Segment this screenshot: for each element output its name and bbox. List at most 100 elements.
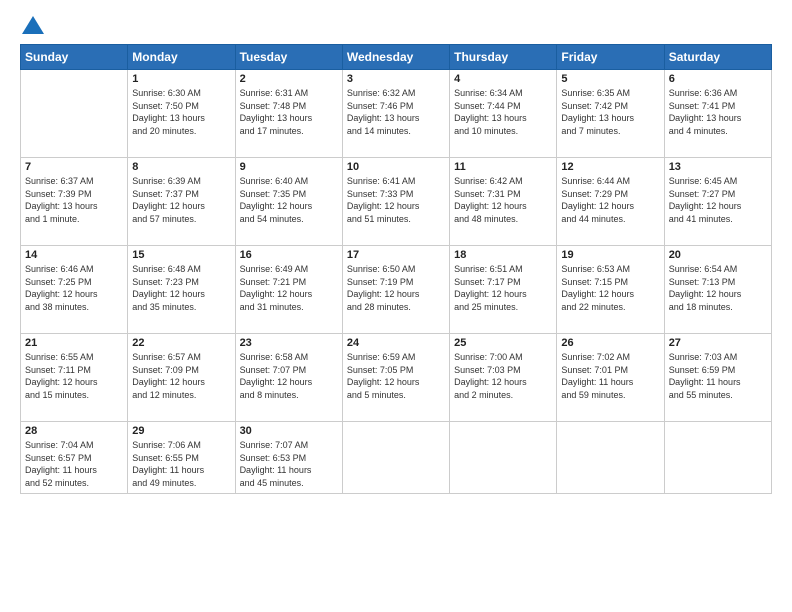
cell-info: Sunrise: 7:07 AMSunset: 6:53 PMDaylight:… [240, 439, 338, 489]
cell-info: Sunrise: 6:53 AMSunset: 7:15 PMDaylight:… [561, 263, 659, 313]
calendar-table: SundayMondayTuesdayWednesdayThursdayFrid… [20, 44, 772, 494]
calendar-cell: 27 Sunrise: 7:03 AMSunset: 6:59 PMDayligh… [664, 334, 771, 422]
cell-info: Sunrise: 6:54 AMSunset: 7:13 PMDaylight:… [669, 263, 767, 313]
cell-info: Sunrise: 6:36 AMSunset: 7:41 PMDaylight:… [669, 87, 767, 137]
calendar-cell: 10 Sunrise: 6:41 AMSunset: 7:33 PMDayligh… [342, 158, 449, 246]
logo-text [20, 16, 44, 34]
cell-date: 6 [669, 73, 767, 85]
calendar-cell: 1 Sunrise: 6:30 AMSunset: 7:50 PMDaylight… [128, 70, 235, 158]
cell-date: 11 [454, 161, 552, 173]
logo-icon [22, 16, 44, 34]
cell-date: 25 [454, 337, 552, 349]
cell-date: 5 [561, 73, 659, 85]
cell-info: Sunrise: 7:00 AMSunset: 7:03 PMDaylight:… [454, 351, 552, 401]
day-header-cell: Wednesday [342, 45, 449, 70]
calendar-cell: 2 Sunrise: 6:31 AMSunset: 7:48 PMDaylight… [235, 70, 342, 158]
calendar-cell: 12Sunrise: 6:44 AMSunset: 7:29 PMDayligh… [557, 158, 664, 246]
calendar-cell: 29 Sunrise: 7:06 AMSunset: 6:55 PMDayligh… [128, 422, 235, 494]
calendar-cell: 23 Sunrise: 6:58 AMSunset: 7:07 PMDayligh… [235, 334, 342, 422]
calendar-cell: 6 Sunrise: 6:36 AMSunset: 7:41 PMDaylight… [664, 70, 771, 158]
page: SundayMondayTuesdayWednesdayThursdayFrid… [0, 0, 792, 612]
calendar-week-row: 21 Sunrise: 6:55 AMSunset: 7:11 PMDayligh… [21, 334, 772, 422]
cell-date: 7 [25, 161, 123, 173]
cell-date: 17 [347, 249, 445, 261]
calendar-cell: 21 Sunrise: 6:55 AMSunset: 7:11 PMDayligh… [21, 334, 128, 422]
calendar-cell [21, 70, 128, 158]
cell-info: Sunrise: 6:45 AMSunset: 7:27 PMDaylight:… [669, 175, 767, 225]
cell-date: 9 [240, 161, 338, 173]
day-header-cell: Monday [128, 45, 235, 70]
cell-date: 19 [561, 249, 659, 261]
cell-info: Sunrise: 6:48 AMSunset: 7:23 PMDaylight:… [132, 263, 230, 313]
cell-date: 29 [132, 425, 230, 437]
calendar-week-row: 14 Sunrise: 6:46 AMSunset: 7:25 PMDayligh… [21, 246, 772, 334]
calendar-cell [450, 422, 557, 494]
cell-info: Sunrise: 6:41 AMSunset: 7:33 PMDaylight:… [347, 175, 445, 225]
calendar-cell: 26Sunrise: 7:02 AMSunset: 7:01 PMDayligh… [557, 334, 664, 422]
cell-date: 16 [240, 249, 338, 261]
cell-info: Sunrise: 6:30 AMSunset: 7:50 PMDaylight:… [132, 87, 230, 137]
day-header-cell: Saturday [664, 45, 771, 70]
cell-info: Sunrise: 6:37 AMSunset: 7:39 PMDaylight:… [25, 175, 123, 225]
calendar-cell: 14 Sunrise: 6:46 AMSunset: 7:25 PMDayligh… [21, 246, 128, 334]
cell-info: Sunrise: 6:40 AMSunset: 7:35 PMDaylight:… [240, 175, 338, 225]
cell-date: 8 [132, 161, 230, 173]
day-header-cell: Sunday [21, 45, 128, 70]
cell-info: Sunrise: 6:55 AMSunset: 7:11 PMDaylight:… [25, 351, 123, 401]
day-header-cell: Thursday [450, 45, 557, 70]
calendar-cell: 15Sunrise: 6:48 AMSunset: 7:23 PMDayligh… [128, 246, 235, 334]
calendar-week-row: 7 Sunrise: 6:37 AMSunset: 7:39 PMDaylight… [21, 158, 772, 246]
calendar-cell: 13 Sunrise: 6:45 AMSunset: 7:27 PMDayligh… [664, 158, 771, 246]
cell-date: 4 [454, 73, 552, 85]
cell-date: 10 [347, 161, 445, 173]
cell-date: 14 [25, 249, 123, 261]
header [20, 16, 772, 34]
calendar-cell: 3 Sunrise: 6:32 AMSunset: 7:46 PMDaylight… [342, 70, 449, 158]
day-header-cell: Tuesday [235, 45, 342, 70]
cell-info: Sunrise: 7:03 AMSunset: 6:59 PMDaylight:… [669, 351, 767, 401]
cell-date: 21 [25, 337, 123, 349]
calendar-cell: 18 Sunrise: 6:51 AMSunset: 7:17 PMDayligh… [450, 246, 557, 334]
cell-date: 3 [347, 73, 445, 85]
cell-date: 2 [240, 73, 338, 85]
cell-date: 12 [561, 161, 659, 173]
calendar-cell: 25 Sunrise: 7:00 AMSunset: 7:03 PMDayligh… [450, 334, 557, 422]
cell-info: Sunrise: 6:57 AMSunset: 7:09 PMDaylight:… [132, 351, 230, 401]
calendar-cell: 4 Sunrise: 6:34 AMSunset: 7:44 PMDaylight… [450, 70, 557, 158]
calendar-week-row: 28 Sunrise: 7:04 AMSunset: 6:57 PMDayligh… [21, 422, 772, 494]
cell-date: 20 [669, 249, 767, 261]
cell-info: Sunrise: 6:34 AMSunset: 7:44 PMDaylight:… [454, 87, 552, 137]
cell-date: 27 [669, 337, 767, 349]
cell-date: 13 [669, 161, 767, 173]
day-header-row: SundayMondayTuesdayWednesdayThursdayFrid… [21, 45, 772, 70]
calendar-cell [664, 422, 771, 494]
cell-info: Sunrise: 6:42 AMSunset: 7:31 PMDaylight:… [454, 175, 552, 225]
cell-info: Sunrise: 6:32 AMSunset: 7:46 PMDaylight:… [347, 87, 445, 137]
calendar-cell [342, 422, 449, 494]
cell-info: Sunrise: 6:39 AMSunset: 7:37 PMDaylight:… [132, 175, 230, 225]
cell-info: Sunrise: 6:31 AMSunset: 7:48 PMDaylight:… [240, 87, 338, 137]
cell-info: Sunrise: 7:06 AMSunset: 6:55 PMDaylight:… [132, 439, 230, 489]
calendar-week-row: 1 Sunrise: 6:30 AMSunset: 7:50 PMDaylight… [21, 70, 772, 158]
calendar-cell: 24Sunrise: 6:59 AMSunset: 7:05 PMDayligh… [342, 334, 449, 422]
calendar-cell: 16Sunrise: 6:49 AMSunset: 7:21 PMDayligh… [235, 246, 342, 334]
cell-info: Sunrise: 7:04 AMSunset: 6:57 PMDaylight:… [25, 439, 123, 489]
cell-date: 26 [561, 337, 659, 349]
calendar-cell: 19 Sunrise: 6:53 AMSunset: 7:15 PMDayligh… [557, 246, 664, 334]
cell-date: 18 [454, 249, 552, 261]
calendar-cell: 8 Sunrise: 6:39 AMSunset: 7:37 PMDaylight… [128, 158, 235, 246]
cell-info: Sunrise: 6:58 AMSunset: 7:07 PMDaylight:… [240, 351, 338, 401]
cell-date: 28 [25, 425, 123, 437]
calendar-cell: 17 Sunrise: 6:50 AMSunset: 7:19 PMDayligh… [342, 246, 449, 334]
calendar-cell [557, 422, 664, 494]
day-header-cell: Friday [557, 45, 664, 70]
cell-info: Sunrise: 6:51 AMSunset: 7:17 PMDaylight:… [454, 263, 552, 313]
calendar-cell: 30Sunrise: 7:07 AMSunset: 6:53 PMDayligh… [235, 422, 342, 494]
calendar-cell: 28 Sunrise: 7:04 AMSunset: 6:57 PMDayligh… [21, 422, 128, 494]
calendar-cell: 22Sunrise: 6:57 AMSunset: 7:09 PMDayligh… [128, 334, 235, 422]
cell-date: 1 [132, 73, 230, 85]
calendar-cell: 20 Sunrise: 6:54 AMSunset: 7:13 PMDayligh… [664, 246, 771, 334]
cell-info: Sunrise: 6:46 AMSunset: 7:25 PMDaylight:… [25, 263, 123, 313]
cell-info: Sunrise: 6:50 AMSunset: 7:19 PMDaylight:… [347, 263, 445, 313]
cell-date: 23 [240, 337, 338, 349]
